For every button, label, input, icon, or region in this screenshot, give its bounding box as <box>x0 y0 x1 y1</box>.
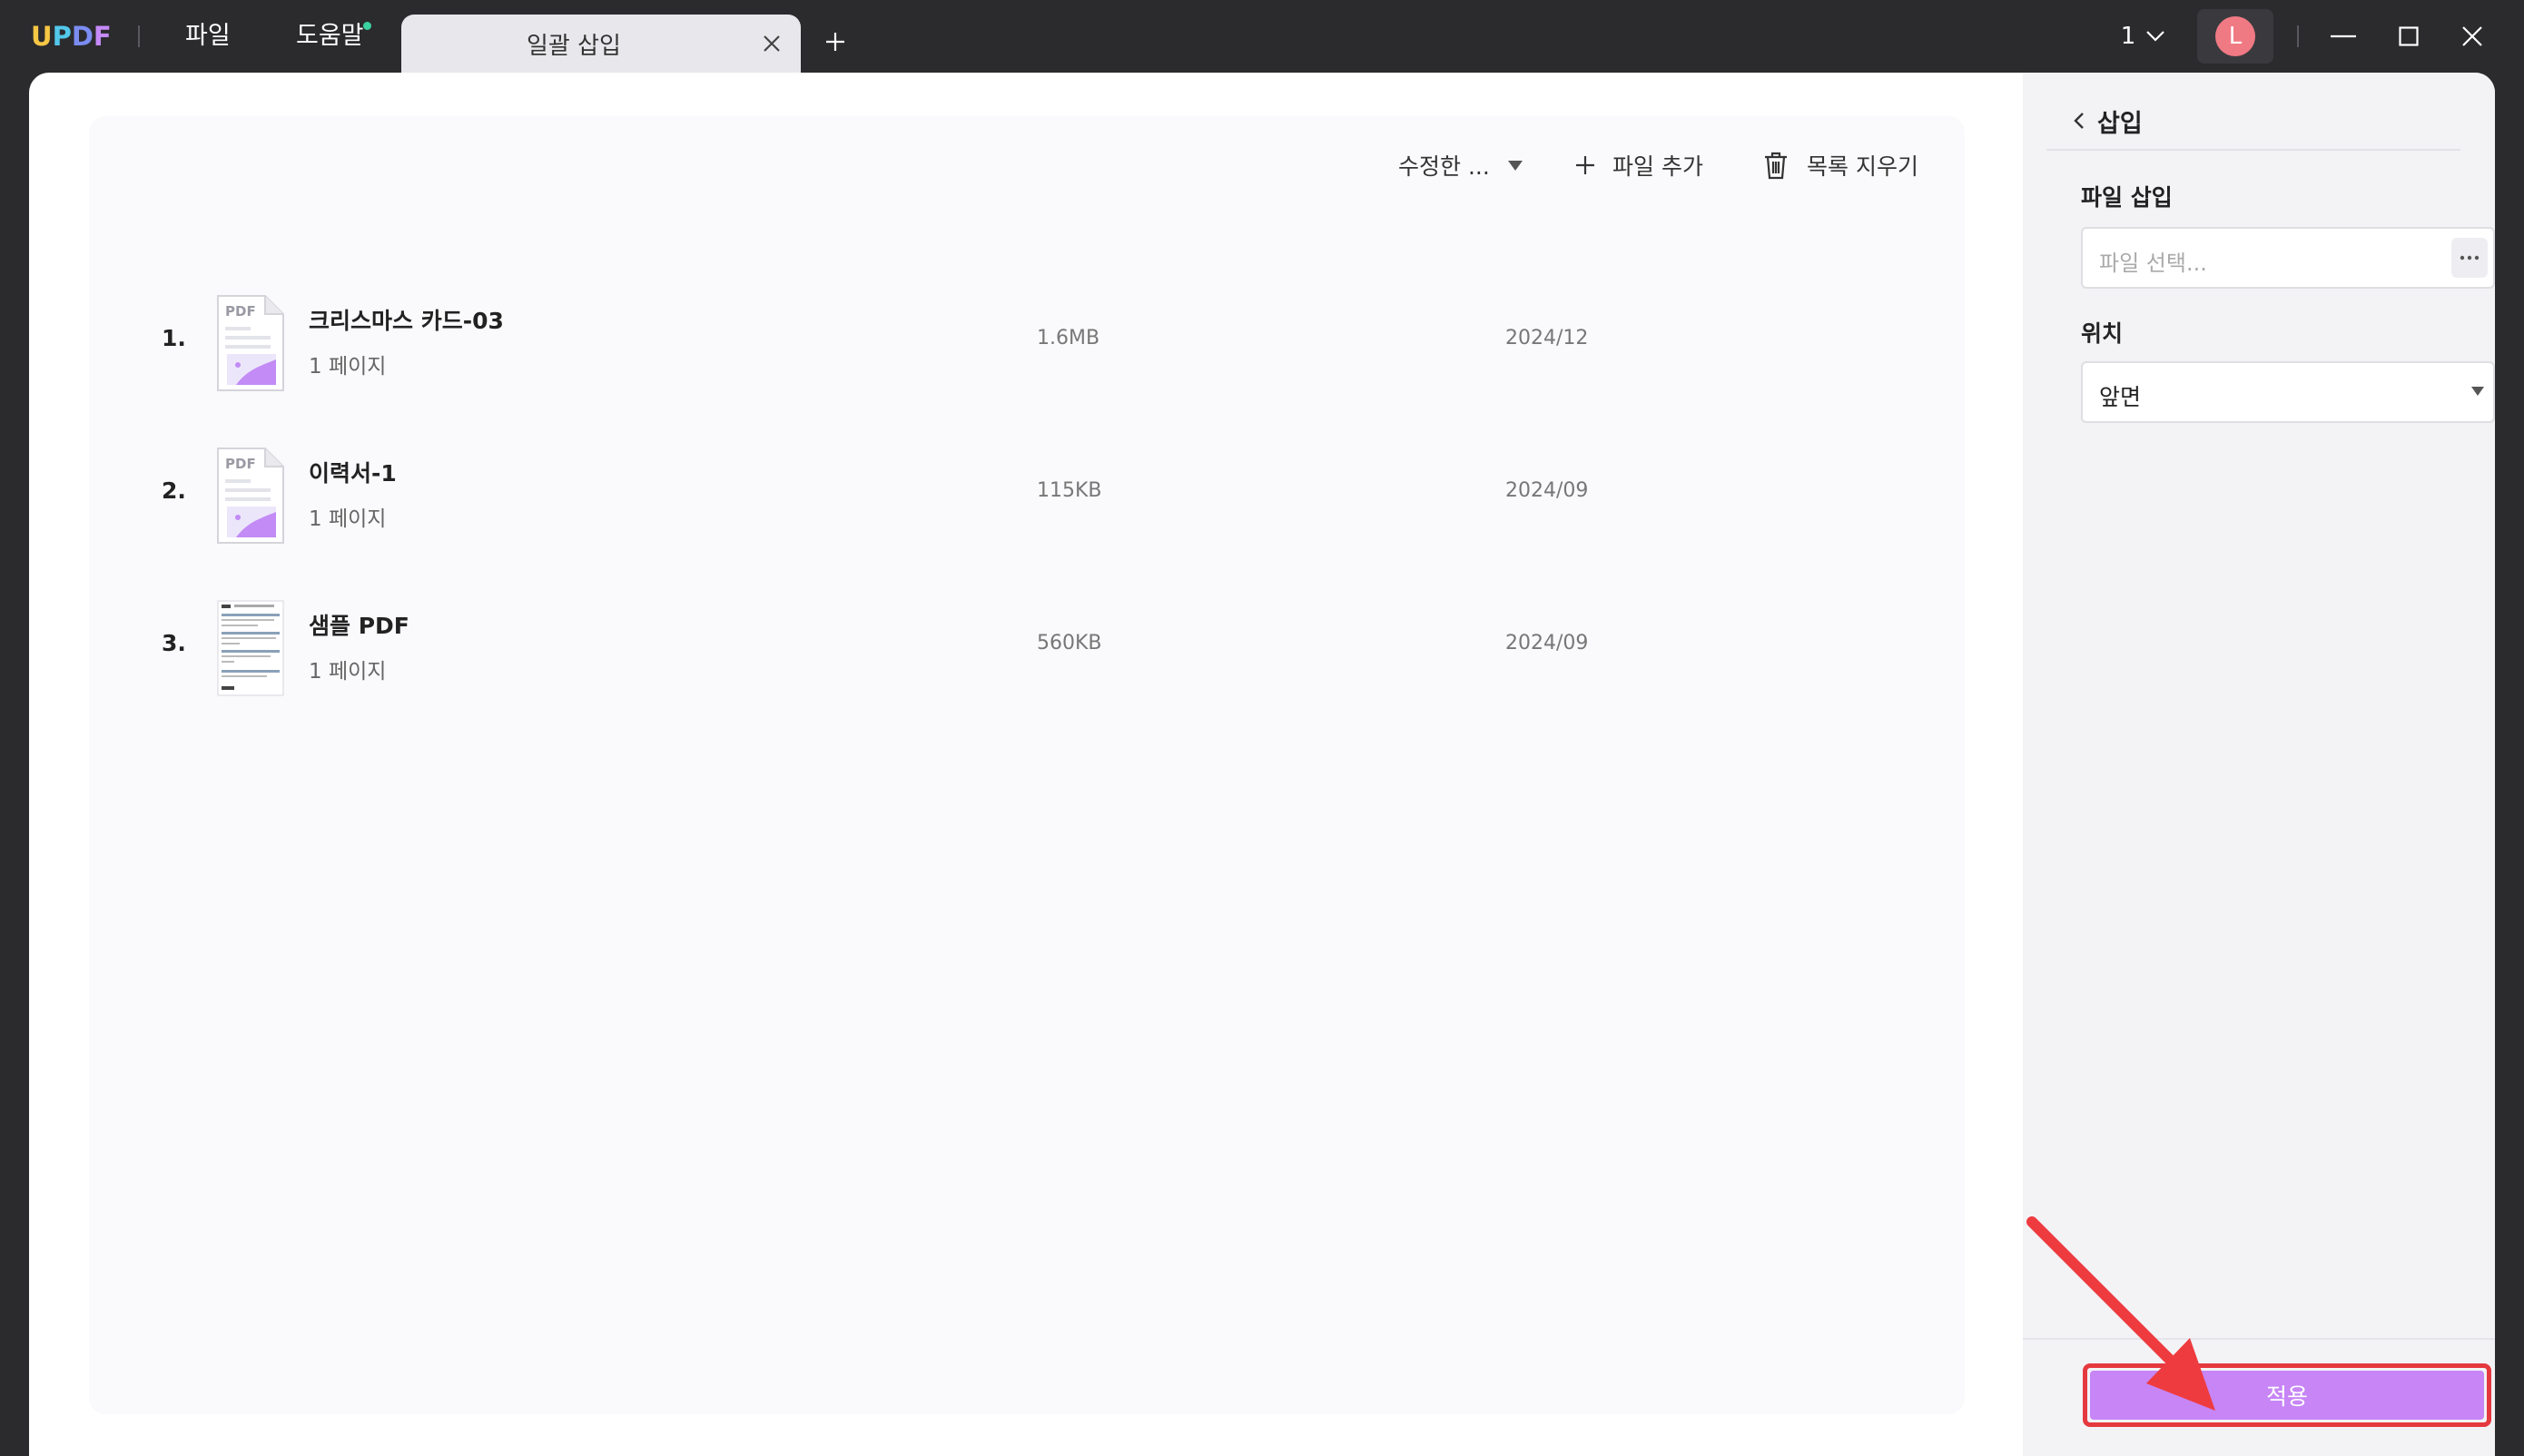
add-file-button[interactable]: 파일 추가 <box>1574 145 1703 185</box>
menu-file[interactable]: 파일 <box>185 18 231 54</box>
file-index: 3. <box>162 630 186 656</box>
panel-header: 삽입 <box>2046 93 2460 151</box>
file-date: 2024/12 <box>1505 327 1589 349</box>
panel-title: 삽입 <box>2097 109 2143 138</box>
file-row[interactable]: 2. PDF 이력서-1 1 페이지 115KB 2024/09 <box>89 421 1965 574</box>
avatar: L <box>2215 16 2255 56</box>
clear-list-button[interactable]: 목록 지우기 <box>1763 145 1918 185</box>
document-preview-thumbnail <box>216 599 285 697</box>
caret-down-icon <box>1507 160 1523 171</box>
file-date: 2024/09 <box>1505 632 1589 654</box>
sort-dropdown[interactable]: 수정한 ... <box>1398 145 1523 185</box>
file-size: 1.6MB <box>1037 327 1100 349</box>
file-pages: 1 페이지 <box>309 507 387 531</box>
annotation-arrow-icon <box>2026 1216 2215 1411</box>
file-size: 115KB <box>1037 479 1102 502</box>
main-window: 수정한 ... 파일 추가 목록 지우기 1. PDF 크리스마스 카드-03 … <box>29 73 2495 1456</box>
pdf-icon: PDF <box>216 294 285 392</box>
add-file-label: 파일 추가 <box>1612 153 1703 180</box>
account-button[interactable]: L <box>2197 9 2273 64</box>
tab-close-icon[interactable] <box>755 27 788 60</box>
title-divider <box>138 25 140 47</box>
caret-down-icon <box>2471 387 2484 396</box>
back-chevron-icon[interactable] <box>2074 112 2085 130</box>
sort-label: 수정한 ... <box>1398 153 1490 180</box>
plus-icon <box>1576 156 1594 174</box>
menu-help[interactable]: 도움말 <box>296 18 364 54</box>
position-select[interactable]: 앞면 <box>2081 361 2495 423</box>
clear-list-label: 목록 지우기 <box>1807 153 1918 180</box>
title-bar: UPDF 파일 도움말 일괄 삽입 1 L <box>0 0 2524 73</box>
file-row[interactable]: 1. PDF 크리스마스 카드-03 1 페이지 1.6MB 2024/12 <box>89 269 1965 421</box>
trash-icon <box>1765 152 1787 180</box>
position-value: 앞면 <box>2099 384 2142 410</box>
tab-label: 일괄 삽입 <box>527 33 621 60</box>
file-index: 1. <box>162 325 186 351</box>
file-pages: 1 페이지 <box>309 660 387 684</box>
page-count-dropdown[interactable]: 1 <box>2115 16 2170 56</box>
insert-file-label: 파일 삽입 <box>2081 184 2173 211</box>
file-select-placeholder: 파일 선택... <box>2099 251 2207 276</box>
browse-ellipsis-icon[interactable] <box>2451 238 2488 278</box>
file-name: 샘플 PDF <box>309 613 409 639</box>
page-count: 1 <box>2120 23 2136 50</box>
svg-text:PDF: PDF <box>225 303 256 320</box>
file-size: 560KB <box>1037 632 1102 654</box>
file-name: 크리스마스 카드-03 <box>309 308 504 334</box>
chevron-down-icon <box>2146 31 2165 42</box>
help-notification-dot <box>363 22 371 30</box>
close-window-icon[interactable] <box>2451 16 2493 56</box>
file-name: 이력서-1 <box>309 460 397 487</box>
maximize-icon[interactable] <box>2388 16 2430 56</box>
file-row[interactable]: 3. 샘플 PDF 1 페이지 560KB 2024/09 <box>89 574 1965 726</box>
position-label: 위치 <box>2081 320 2124 347</box>
title-divider <box>2297 25 2299 47</box>
file-list-area: 수정한 ... 파일 추가 목록 지우기 1. PDF 크리스마스 카드-03 … <box>89 116 1965 1414</box>
minimize-icon[interactable] <box>2322 16 2364 56</box>
pdf-icon: PDF <box>216 447 285 545</box>
add-tab-icon[interactable] <box>817 24 853 60</box>
file-index: 2. <box>162 477 186 504</box>
tab-batch-insert[interactable]: 일괄 삽입 <box>401 15 801 73</box>
updf-logo[interactable]: UPDF <box>31 18 112 54</box>
svg-text:PDF: PDF <box>225 456 256 472</box>
file-date: 2024/09 <box>1505 479 1589 502</box>
file-pages: 1 페이지 <box>309 355 387 379</box>
file-select-input[interactable]: 파일 선택... <box>2081 227 2495 289</box>
